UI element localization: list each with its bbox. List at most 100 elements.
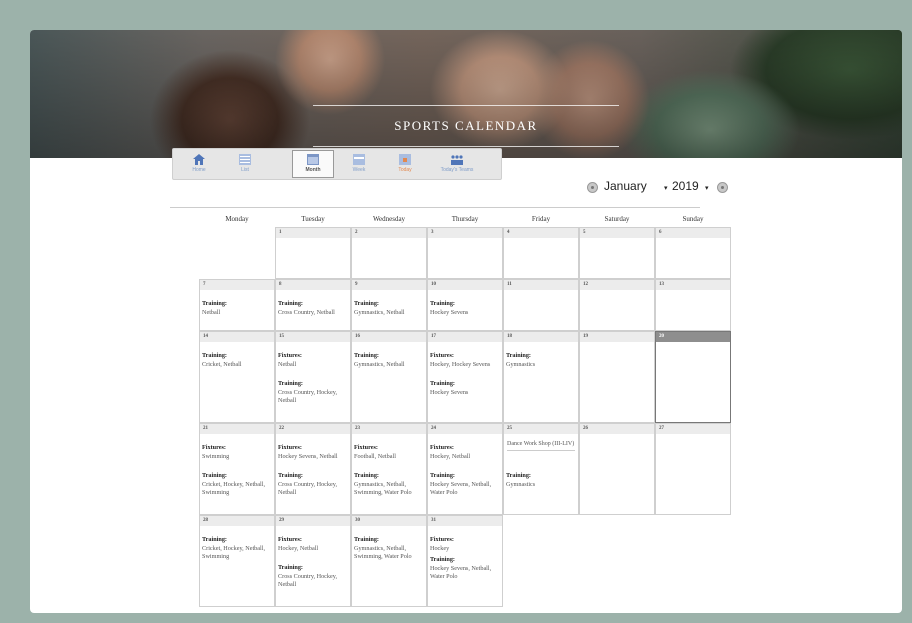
event-sports[interactable]: Hockey Sevens, Netball, Water Polo: [430, 481, 491, 497]
day-cell-3[interactable]: 3: [427, 227, 503, 279]
day-number: 21: [200, 424, 274, 434]
event-sports[interactable]: Hockey Sevens, Netball, Water Polo: [430, 565, 491, 581]
day-cell-11[interactable]: 11: [503, 279, 579, 331]
day-cell-21[interactable]: 21 Fixtures: Swimming Training: Cricket, H…: [199, 423, 275, 515]
day-cell-5[interactable]: 5: [579, 227, 655, 279]
event-sports[interactable]: Hockey Sevens: [430, 309, 468, 316]
dayname-wed: Wednesday: [372, 215, 406, 223]
week-button[interactable]: Week: [339, 151, 379, 177]
next-month-icon[interactable]: [717, 182, 728, 193]
month-button[interactable]: Month: [292, 150, 334, 178]
event-type: Fixtures:: [430, 444, 454, 451]
event-sports[interactable]: Gymnastics, Netball, Swimming, Water Pol…: [354, 481, 412, 497]
day-cell-24[interactable]: 24 Fixtures: Hockey, Netball Training: Hoc…: [427, 423, 503, 515]
year-value: 2019: [672, 179, 699, 193]
event-sports[interactable]: Cross Country, Hockey, Netball: [278, 389, 337, 405]
event-block: Training: Cross Country, Hockey, Netball: [278, 380, 348, 406]
day-number: 1: [276, 228, 350, 238]
day-cell-28[interactable]: 28 Training: Cricket, Hockey, Netball, Sw…: [199, 515, 275, 607]
dayname-sun: Sunday: [682, 215, 704, 223]
event-block: Training: Gymnastics: [506, 472, 576, 489]
year-select[interactable]: 2019 ▾: [672, 179, 709, 193]
event-sports[interactable]: Hockey Sevens: [430, 389, 468, 396]
teams-icon: [451, 155, 463, 165]
day-cell-7[interactable]: 7 Training: Netball: [199, 279, 275, 331]
todays-teams-button[interactable]: Today's Teams: [429, 151, 485, 177]
event-sports[interactable]: Cricket, Hockey, Netball, Swimming: [202, 545, 265, 561]
event-type: Training:: [278, 380, 303, 387]
day-cell-26[interactable]: 26: [579, 423, 655, 515]
event-block: Fixtures: Hockey, Netball: [430, 444, 500, 461]
day-cell-13[interactable]: 13: [655, 279, 731, 331]
day-cell-14[interactable]: 14 Training: Cricket, Netball: [199, 331, 275, 423]
event-sports[interactable]: Hockey Sevens, Netball: [278, 453, 338, 460]
day-cell-25[interactable]: 25 Dance Work Shop (III-LIV) Training: Gy…: [503, 423, 579, 515]
event-type: Fixtures:: [278, 536, 302, 543]
event-sports[interactable]: Gymnastics: [506, 481, 535, 488]
day-cell-17[interactable]: 17 Fixtures: Hockey, Hockey Sevens Traini…: [427, 331, 503, 423]
day-cell-8[interactable]: 8 Training: Cross Country, Netball: [275, 279, 351, 331]
day-cell-23[interactable]: 23 Fixtures: Football, Netball Training: G…: [351, 423, 427, 515]
event-type: Fixtures:: [202, 444, 226, 451]
event-type: Training:: [278, 564, 303, 571]
list-label: List: [241, 167, 249, 173]
day-number: 25: [504, 424, 578, 434]
event-sports[interactable]: Hockey, Netball: [278, 545, 318, 552]
event-sports[interactable]: Netball: [278, 361, 296, 368]
event-block: Fixtures: Netball: [278, 352, 348, 369]
view-toolbar: Home List Month Week Today Today's Teams: [172, 148, 502, 180]
event-sports[interactable]: Gymnastics, Netball, Swimming, Water Pol…: [354, 545, 412, 561]
day-cell-4[interactable]: 4: [503, 227, 579, 279]
dayname-mon: Monday: [225, 215, 249, 223]
day-cell-30[interactable]: 30 Training: Gymnastics, Netball, Swimmin…: [351, 515, 427, 607]
prev-month-icon[interactable]: [587, 182, 598, 193]
event-sports[interactable]: Cross Country, Hockey, Netball: [278, 481, 337, 497]
day-cell-29[interactable]: 29 Fixtures: Hockey, Netball Training: Cro…: [275, 515, 351, 607]
day-cell-31[interactable]: 31 Fixtures: Hockey Training: Hockey Seven…: [427, 515, 503, 607]
event-sports[interactable]: Netball: [202, 309, 220, 316]
event-sports[interactable]: Football, Netball: [354, 453, 396, 460]
event-sports[interactable]: Cross Country, Hockey, Netball: [278, 573, 337, 589]
day-cell-12[interactable]: 12: [579, 279, 655, 331]
day-cell-15[interactable]: 15 Fixtures: Netball Training: Cross Count…: [275, 331, 351, 423]
month-select[interactable]: January ▾: [604, 179, 668, 193]
home-button[interactable]: Home: [179, 151, 219, 177]
week-icon: [353, 154, 365, 165]
day-cell-10[interactable]: 10 Training: Hockey Sevens: [427, 279, 503, 331]
day-cell-1[interactable]: 1: [275, 227, 351, 279]
day-number: 24: [428, 424, 502, 434]
day-cell-20-today[interactable]: 20: [655, 331, 731, 423]
day-cell-9[interactable]: 9 Training: Gymnastics, Netball: [351, 279, 427, 331]
event-block: Training: Cricket, Hockey, Netball, Swimm…: [202, 536, 272, 562]
day-cell-19[interactable]: 19: [579, 331, 655, 423]
event-type: Training:: [202, 352, 227, 359]
event-sports[interactable]: Cross Country, Netball: [278, 309, 335, 316]
day-number: 17: [428, 332, 502, 342]
event-sports[interactable]: Hockey, Netball: [430, 453, 470, 460]
day-cell-6[interactable]: 6: [655, 227, 731, 279]
event-sports[interactable]: Swimming: [202, 453, 229, 460]
day-cell-27[interactable]: 27: [655, 423, 731, 515]
event-type: Fixtures:: [278, 352, 302, 359]
event-type: Fixtures:: [430, 536, 454, 543]
event-sports[interactable]: Gymnastics, Netball: [354, 361, 405, 368]
day-number: 31: [428, 516, 502, 526]
event-block: Training: Cross Country, Hockey, Netball: [278, 564, 348, 590]
day-cell-16[interactable]: 16 Training: Gymnastics, Netball: [351, 331, 427, 423]
dayname-sat: Saturday: [604, 215, 630, 223]
day-cell-22[interactable]: 22 Fixtures: Hockey Sevens, Netball Train…: [275, 423, 351, 515]
list-button[interactable]: List: [225, 151, 265, 177]
event-sports[interactable]: Hockey, Hockey Sevens: [430, 361, 490, 368]
event-sports[interactable]: Cricket, Hockey, Netball, Swimming: [202, 481, 265, 497]
day-number: 8: [276, 280, 350, 290]
event-sports[interactable]: Hockey: [430, 545, 449, 552]
day-number: 11: [504, 280, 578, 290]
event-sports[interactable]: Cricket, Netball: [202, 361, 242, 368]
today-button[interactable]: Today: [385, 151, 425, 177]
day-cell-18[interactable]: 18 Training: Gymnastics: [503, 331, 579, 423]
event-dance-workshop[interactable]: Dance Work Shop (III-LIV): [507, 440, 575, 451]
day-cell-2[interactable]: 2: [351, 227, 427, 279]
event-sports[interactable]: Gymnastics: [506, 361, 535, 368]
event-block: Training: Cricket, Hockey, Netball, Swimm…: [202, 472, 272, 498]
event-sports[interactable]: Gymnastics, Netball: [354, 309, 405, 316]
